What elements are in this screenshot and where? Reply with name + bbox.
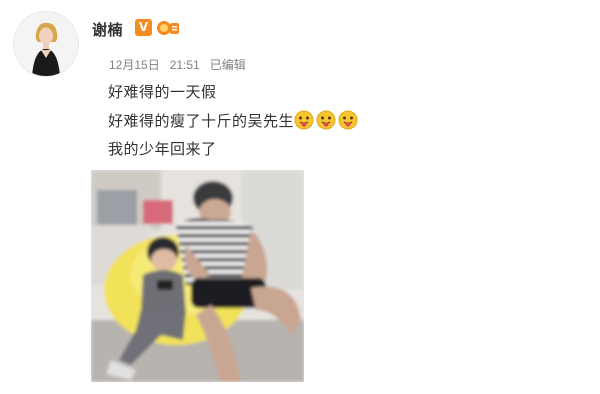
post-text-line-2-content: 好难得的瘦了十斤的吴先生: [108, 112, 295, 130]
verified-badge: V: [135, 19, 152, 36]
post-date[interactable]: 12月15日: [109, 58, 160, 72]
post-text-line-2: 好难得的瘦了十斤的吴先生: [108, 110, 360, 131]
post-meta: 12月15日 21:51 已编辑: [109, 56, 256, 73]
vip-level-icon: [156, 18, 180, 38]
avatar[interactable]: [14, 12, 78, 76]
tongue-emoji-icon: [338, 110, 358, 130]
post-photo[interactable]: [91, 170, 304, 382]
post-text-line-1: 好难得的一天假: [108, 83, 217, 101]
avatar-image: [14, 12, 78, 76]
username[interactable]: 谢楠: [92, 19, 123, 40]
edited-label[interactable]: 已编辑: [210, 58, 246, 72]
post-time[interactable]: 21:51: [170, 58, 200, 72]
photo-image: [91, 170, 304, 382]
tongue-emoji-icon: [316, 110, 336, 130]
post-text-line-3: 我的少年回来了: [108, 140, 217, 158]
tongue-emoji-icon: [294, 110, 314, 130]
